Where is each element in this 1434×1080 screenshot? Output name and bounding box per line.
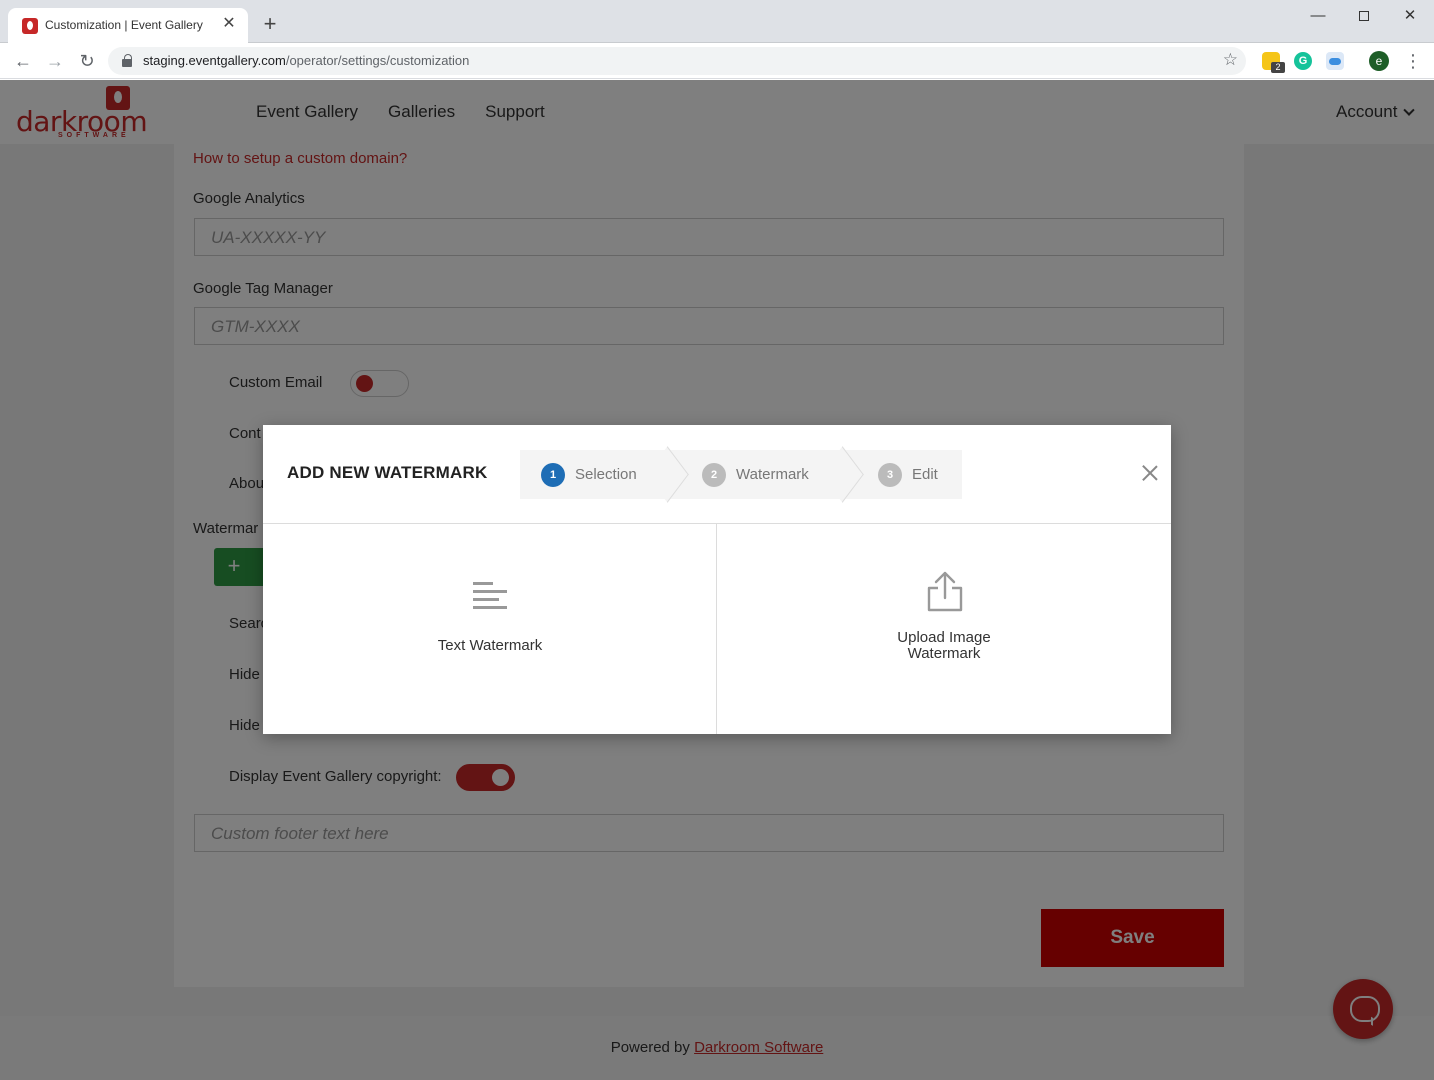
step-selection: 1 Selection bbox=[541, 450, 637, 499]
step-label: Selection bbox=[575, 466, 637, 483]
add-watermark-modal: ADD NEW WATERMARK 1 Selection 2 Watermar… bbox=[263, 425, 1171, 734]
step-number: 1 bbox=[541, 462, 565, 487]
modal-header: ADD NEW WATERMARK 1 Selection 2 Watermar… bbox=[263, 425, 1171, 524]
step-number: 3 bbox=[878, 462, 902, 487]
upload-image-watermark-option[interactable]: Upload Image Watermark bbox=[717, 524, 1171, 734]
modal-title: ADD NEW WATERMARK bbox=[287, 463, 488, 482]
step-watermark: 2 Watermark bbox=[702, 450, 809, 499]
site-favicon-icon bbox=[22, 18, 38, 34]
bookmark-star-icon[interactable]: ☆ bbox=[1223, 50, 1238, 70]
window-close-button[interactable]: ✕ bbox=[1387, 4, 1433, 28]
reload-button[interactable]: ↻ bbox=[75, 49, 99, 73]
cloud-extension-icon[interactable] bbox=[1326, 52, 1344, 70]
step-edit: 3 Edit bbox=[878, 450, 938, 499]
browser-toolbar: ← → ↻ staging.eventgallery.com/operator/… bbox=[0, 43, 1434, 79]
text-watermark-label: Text Watermark bbox=[437, 637, 543, 654]
step-number: 2 bbox=[702, 462, 726, 487]
url-text: staging.eventgallery.com/operator/settin… bbox=[143, 53, 469, 68]
step-separator bbox=[660, 450, 686, 499]
upload-watermark-label-line2: Watermark bbox=[907, 645, 981, 662]
upload-icon bbox=[927, 571, 963, 612]
profile-avatar[interactable]: e bbox=[1369, 51, 1389, 71]
browser-menu-icon[interactable]: ⋮ bbox=[1404, 49, 1422, 73]
text-align-icon bbox=[473, 582, 507, 614]
text-watermark-option[interactable]: Text Watermark bbox=[263, 524, 717, 734]
window-maximize-button[interactable] bbox=[1341, 4, 1387, 28]
step-label: Edit bbox=[912, 466, 938, 483]
maximize-icon bbox=[1359, 11, 1369, 22]
tab-title: Customization | Event Gallery bbox=[45, 18, 203, 32]
back-button[interactable]: ← bbox=[11, 49, 35, 73]
browser-tab-strip: Customization | Event Gallery ✕ + — ✕ bbox=[0, 0, 1434, 43]
upload-watermark-label-line1: Upload Image bbox=[897, 629, 991, 646]
address-bar[interactable]: staging.eventgallery.com/operator/settin… bbox=[108, 47, 1246, 75]
wizard-steps: 1 Selection 2 Watermark 3 Edit bbox=[520, 450, 962, 499]
grammarly-extension-icon[interactable]: G bbox=[1294, 52, 1312, 70]
browser-tab[interactable]: Customization | Event Gallery ✕ bbox=[8, 8, 248, 43]
window-minimize-button[interactable]: — bbox=[1295, 4, 1341, 28]
step-separator bbox=[835, 450, 861, 499]
tab-close-icon[interactable]: ✕ bbox=[220, 15, 238, 33]
url-host: staging.eventgallery.com bbox=[143, 53, 286, 68]
url-path: /operator/settings/customization bbox=[285, 53, 470, 68]
forward-button[interactable]: → bbox=[43, 49, 67, 73]
lock-icon[interactable] bbox=[122, 54, 132, 67]
new-tab-button[interactable]: + bbox=[258, 12, 282, 36]
extension-badge: 2 bbox=[1271, 62, 1285, 73]
modal-close-icon[interactable] bbox=[1138, 461, 1162, 485]
step-label: Watermark bbox=[736, 466, 809, 483]
